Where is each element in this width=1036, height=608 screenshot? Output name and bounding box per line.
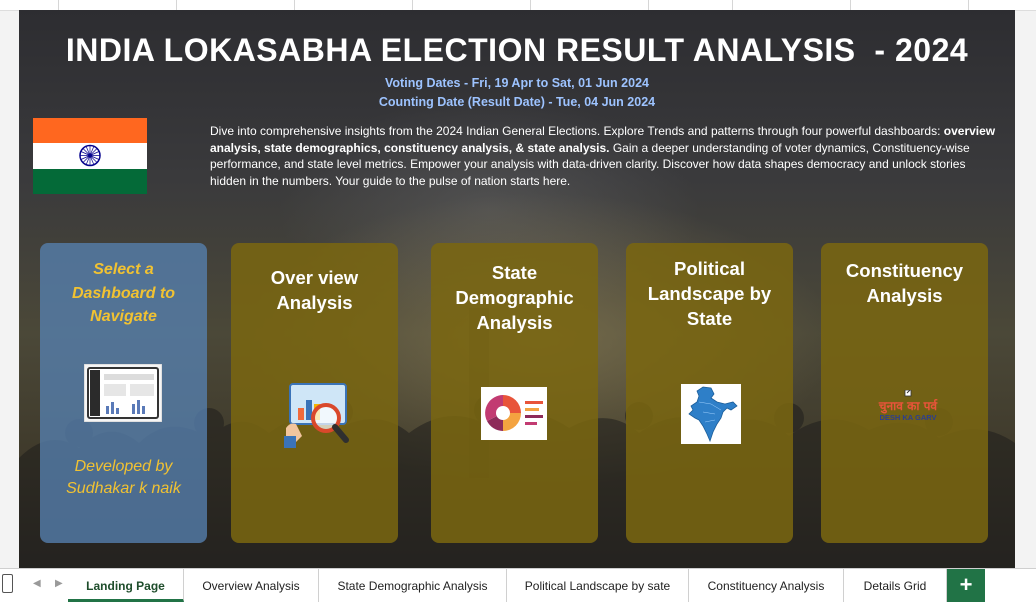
developer-credit: Developed by Sudhakar k naik <box>66 458 181 497</box>
magnifier-chart-icon <box>284 383 349 448</box>
overview-analysis-card[interactable]: Over view Analysis <box>231 243 398 543</box>
tab-overview-analysis[interactable]: Overview Analysis <box>184 569 319 602</box>
page-title: INDIA LOKASABHA ELECTION RESULT ANALYSIS… <box>65 32 969 68</box>
india-map-icon <box>681 384 741 444</box>
intro-paragraph: Dive into comprehensive insights from th… <box>210 124 996 188</box>
add-sheet-button[interactable]: + <box>947 569 985 602</box>
navigation-instruction: Select a Dashboard to Navigate <box>71 261 176 325</box>
india-flag-icon <box>33 118 147 194</box>
accessibility-mode-icon[interactable] <box>2 574 13 593</box>
scroll-right-icon[interactable]: ▶ <box>55 578 63 589</box>
counting-date: Counting Date (Result Date) - Tue, 04 Ju… <box>378 95 656 109</box>
election-dates: Voting Dates - Fri, 19 Apr to Sat, 01 Ju… <box>19 74 1015 112</box>
scroll-left-icon[interactable]: ◀ <box>33 578 41 589</box>
political-landscape-card[interactable]: Political Landscape by State <box>626 243 793 543</box>
sheet-tab-bar: ◀ ▶ Landing Page Overview Analysis State… <box>0 568 1036 608</box>
tab-political-landscape[interactable]: Political Landscape by sate <box>507 569 689 602</box>
dashboard-canvas: INDIA LOKASABHA ELECTION RESULT ANALYSIS… <box>19 10 1015 568</box>
navigation-card: Select a Dashboard to Navigate Developed… <box>40 243 207 543</box>
state-demographic-label: State Demographic Analysis <box>455 262 574 333</box>
constituency-analysis-label: Constituency Analysis <box>845 260 964 306</box>
political-landscape-label: Political Landscape by State <box>647 258 772 329</box>
dashboard-thumbnail-icon <box>84 364 162 422</box>
tab-constituency-analysis[interactable]: Constituency Analysis <box>689 569 844 602</box>
election-logo-icon: चुनाव का पर्व DESH KA GARV <box>869 390 947 434</box>
state-demographic-card[interactable]: State Demographic Analysis <box>431 243 598 543</box>
voting-dates: Voting Dates - Fri, 19 Apr to Sat, 01 Ju… <box>385 76 649 90</box>
tab-details-grid[interactable]: Details Grid <box>844 569 947 602</box>
overview-analysis-label: Over view Analysis <box>270 267 359 313</box>
infographic-icon <box>481 387 547 440</box>
tab-landing-page[interactable]: Landing Page <box>68 569 184 602</box>
tab-state-demographic-analysis[interactable]: State Demographic Analysis <box>319 569 507 602</box>
constituency-analysis-card[interactable]: Constituency Analysis चुनाव का पर्व DESH… <box>821 243 988 543</box>
